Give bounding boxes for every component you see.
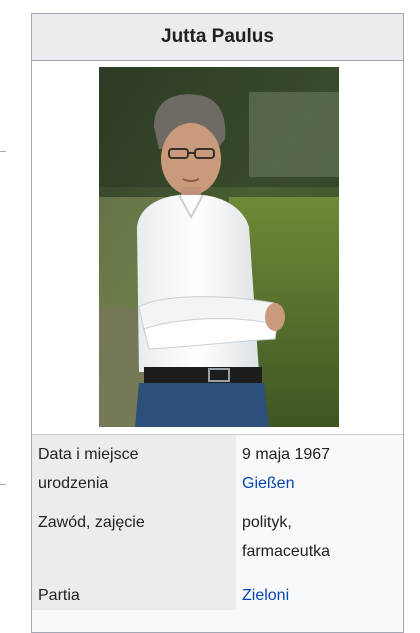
row-label-line: Zawód, zajęcie bbox=[38, 514, 145, 531]
infobox-title: Jutta Paulus bbox=[32, 14, 403, 61]
row-label: Data i miejsce urodzenia bbox=[32, 440, 236, 498]
left-margin-marker bbox=[0, 151, 6, 152]
birth-place-link[interactable]: Gießen bbox=[242, 469, 403, 498]
row-value: 9 maja 1967 Gießen bbox=[236, 440, 403, 498]
birth-date: 9 maja 1967 bbox=[242, 446, 331, 463]
infobox: Jutta Paulus Data i miejsce urodzenia 9 … bbox=[31, 13, 404, 633]
row-label: Partia bbox=[32, 581, 236, 610]
row-label-line: Data i miejsce bbox=[38, 446, 139, 463]
occupation-line: farmaceutka bbox=[242, 543, 331, 560]
row-birth: Data i miejsce urodzenia 9 maja 1967 Gie… bbox=[32, 435, 403, 503]
row-label: Zawód, zajęcie bbox=[32, 508, 236, 566]
row-value: polityk, farmaceutka bbox=[236, 508, 403, 566]
infobox-rows: Data i miejsce urodzenia 9 maja 1967 Gie… bbox=[32, 435, 403, 610]
row-party: Partia Zieloni bbox=[32, 575, 403, 610]
row-label-line: Partia bbox=[38, 587, 80, 604]
row-value: Zieloni bbox=[236, 581, 403, 610]
row-occupation: Zawód, zajęcie polityk, farmaceutka bbox=[32, 503, 403, 575]
occupation-line: polityk, bbox=[242, 514, 292, 531]
row-label-line: urodzenia bbox=[38, 475, 109, 492]
portrait-photo[interactable] bbox=[99, 67, 339, 427]
left-margin-marker bbox=[0, 484, 6, 485]
infobox-image-cell bbox=[32, 61, 403, 435]
party-link[interactable]: Zieloni bbox=[242, 581, 403, 610]
